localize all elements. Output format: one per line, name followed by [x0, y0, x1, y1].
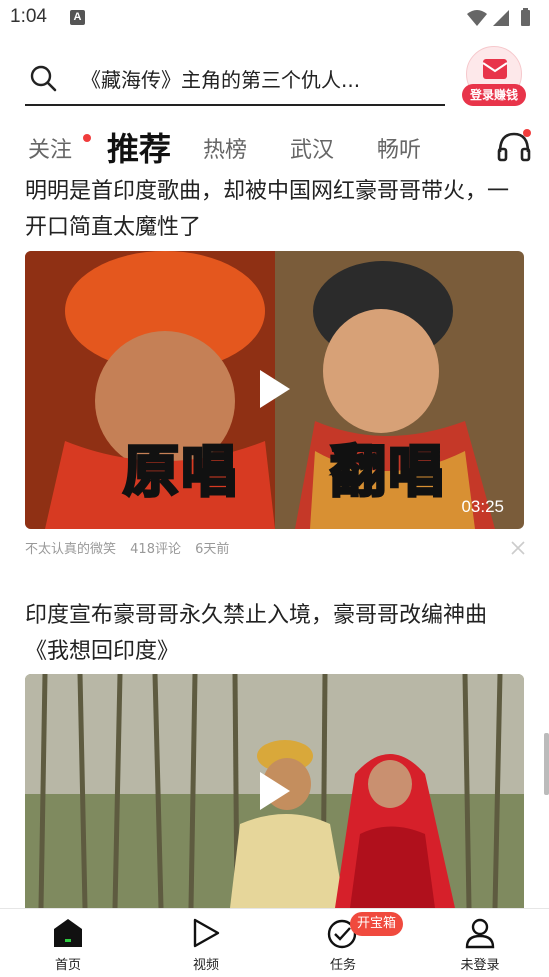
tab-follow-dot — [83, 134, 91, 142]
article-meta: 不太认真的微笑 418评论 6天前 — [25, 538, 239, 557]
play-icon[interactable] — [258, 368, 292, 414]
article-title[interactable]: 印度宣布豪哥哥永久禁止入境，豪哥哥改编神曲《我想回印度》 — [25, 598, 525, 670]
status-time: 1:04 — [10, 6, 47, 27]
video-thumbnail[interactable]: 原唱 翻唱 03:25 — [25, 251, 524, 529]
signal-icon — [493, 10, 509, 26]
article-card[interactable]: 明明是首印度歌曲，却被中国网红豪哥哥带火，一开口简直太魔性了 原唱 翻唱 03:… — [25, 174, 525, 557]
search-icon[interactable] — [29, 64, 57, 96]
tab-wuhan[interactable]: 武汉 — [290, 132, 334, 164]
thumb-right-caption: 翻唱 — [329, 439, 446, 507]
tab-hot[interactable]: 热榜 — [203, 132, 247, 164]
nav-profile-label: 未登录 — [460, 958, 500, 973]
article-card[interactable]: 印度宣布豪哥哥永久禁止入境，豪哥哥改编神曲《我想回印度》 — [25, 598, 525, 908]
battery-icon — [521, 8, 530, 26]
login-earn-button[interactable]: 登录赚钱 — [462, 46, 526, 110]
article-time: 6天前 — [195, 542, 230, 557]
thumb-left-caption: 原唱 — [122, 439, 239, 507]
headphone-icon[interactable] — [496, 128, 532, 168]
tab-follow[interactable]: 关注 — [28, 132, 72, 164]
nav-home[interactable]: 首页 — [13, 909, 123, 977]
scrollbar[interactable] — [544, 733, 549, 795]
status-bar: 1:04 A — [0, 0, 549, 38]
nav-task-label: 任务 — [329, 958, 356, 973]
tab-listen[interactable]: 畅听 — [377, 132, 421, 164]
home-icon — [50, 917, 86, 953]
nav-video-label: 视频 — [192, 958, 219, 973]
channel-tabs: 关注 推荐 热榜 武汉 畅听 — [0, 120, 549, 172]
video-thumbnail[interactable] — [25, 674, 524, 908]
video-duration: 03:25 — [461, 497, 504, 516]
article-comments: 418评论 — [130, 542, 181, 557]
search-bar[interactable]: 《藏海传》主角的第三个仇人... — [25, 48, 445, 106]
play-icon — [188, 917, 224, 953]
tab-recommend[interactable]: 推荐 — [107, 124, 171, 170]
notification-icon: A — [70, 10, 85, 25]
search-input[interactable]: 《藏海传》主角的第三个仇人... — [81, 64, 360, 93]
article-title[interactable]: 明明是首印度歌曲，却被中国网红豪哥哥带火，一开口简直太魔性了 — [25, 174, 525, 246]
nav-home-label: 首页 — [54, 958, 81, 973]
nav-video[interactable]: 视频 — [151, 909, 261, 977]
task-badge[interactable]: 开宝箱 — [350, 912, 404, 936]
nav-profile[interactable]: 未登录 — [425, 909, 535, 977]
status-icons — [465, 8, 537, 28]
user-icon — [462, 917, 498, 953]
login-earn-label: 登录赚钱 — [462, 84, 526, 106]
wifi-icon — [467, 10, 487, 26]
dismiss-icon[interactable] — [511, 540, 525, 559]
bottom-nav: 首页 视频 任务 未登录 — [0, 908, 549, 977]
play-icon[interactable] — [258, 770, 292, 816]
article-author[interactable]: 不太认真的微笑 — [25, 542, 116, 557]
